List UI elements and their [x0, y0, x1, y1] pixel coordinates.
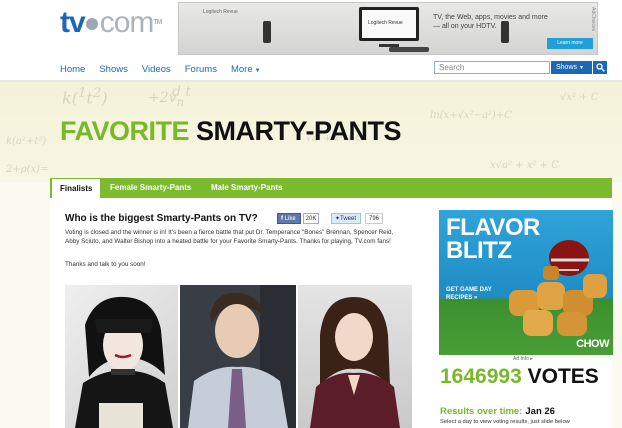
top-banner-ad[interactable]: Logitech Revue Logitech Revue TV, the We… [178, 2, 598, 55]
category-tabs: Finalists Female Smarty-Pants Male Smart… [50, 178, 612, 198]
nav-home[interactable]: Home [60, 64, 85, 77]
site-header: tv comTM Logitech Revue Logitech Revue TV… [0, 0, 622, 82]
abby-photo-art [75, 296, 173, 428]
tab-male-smarty-pants[interactable]: Male Smarty-Pants [211, 178, 283, 198]
title-smarty-pants: SMARTY-PANTS [196, 116, 402, 146]
flavor-blitz-ad[interactable]: FLAVOR BLITZ GET GAME DAY RECIPES » CHOW [439, 210, 613, 355]
tvcom-logo[interactable]: tv comTM [60, 6, 162, 39]
votes-label: VOTES [527, 365, 599, 388]
math-decoration: x√a² + x² + C [490, 160, 559, 171]
facebook-like-count: 20K [303, 213, 319, 224]
facebook-icon: f [281, 216, 283, 222]
tweet-count: 796 [365, 213, 383, 224]
finalist-photo-brennan[interactable] [298, 285, 412, 428]
thanks-text: Thanks and talk to you soon! [65, 261, 146, 268]
tab-female-smarty-pants[interactable]: Female Smarty-Pants [110, 178, 191, 198]
logo-com-text: com [99, 6, 155, 39]
search-scope-select[interactable]: Shows ▼ [551, 61, 592, 74]
page-title: FAVORITE SMARTY-PANTS [60, 116, 402, 146]
math-decoration: √x² + C [560, 92, 599, 103]
logo-dot [85, 18, 98, 31]
logo-tv-text: tv [60, 6, 86, 39]
nav-shows[interactable]: Shows [99, 64, 128, 77]
finalist-photo-reid[interactable] [180, 285, 296, 428]
results-over-time: Results over time: Jan 26 [440, 406, 555, 417]
logo-trademark: TM [153, 19, 162, 26]
poll-description: Voting is closed and the winner is in! I… [65, 229, 394, 245]
search-input[interactable]: Search [434, 61, 550, 74]
ad-screen-brand: Logitech Revue [368, 20, 403, 26]
results-label: Results over time: [440, 406, 523, 417]
title-favorite: FAVORITE [60, 116, 190, 146]
chevron-down-icon: ▼ [578, 65, 584, 71]
facebook-like-button[interactable]: f Like [277, 213, 301, 224]
reid-photo-art [180, 285, 296, 428]
main-nav: Home Shows Videos Forums More ▼ [60, 64, 275, 77]
math-decoration: k(1t2) [62, 86, 108, 108]
search-scope-label: Shows [556, 64, 578, 71]
math-decoration: 2+ρ(x)= [6, 164, 49, 175]
hdtv-image: Logitech Revue [359, 7, 419, 41]
nav-more-label: More [230, 64, 253, 75]
tater-tots-image [509, 240, 607, 336]
tweet-button[interactable]: ✦Tweet [331, 213, 361, 224]
ad-info-link[interactable]: Ad Info ▸ [513, 356, 533, 362]
math-decoration: ln(x+√x²−a²)+C [430, 110, 512, 121]
ad-brand-small: Logitech Revue [203, 9, 238, 15]
vote-count: 1646993 [440, 365, 522, 388]
math-decoration: k(a²+t²) [6, 136, 47, 147]
tweet-label: Tweet [340, 216, 357, 222]
chevron-down-icon: ▼ [254, 68, 261, 74]
keyboard-image [389, 47, 429, 52]
learn-more-button[interactable]: Learn more [547, 38, 593, 49]
ad-tagline[interactable]: GET GAME DAY RECIPES » [446, 286, 506, 302]
search-button[interactable] [593, 61, 607, 74]
nav-videos[interactable]: Videos [142, 64, 171, 77]
nav-forums[interactable]: Forums [185, 64, 217, 77]
ad-choices-label[interactable]: AdChoices [590, 7, 596, 31]
search-icon [596, 63, 605, 72]
tab-finalists[interactable]: Finalists [52, 179, 101, 198]
fb-like-label: Like [284, 216, 296, 222]
math-decoration: d t [172, 84, 192, 100]
finalist-photos [65, 285, 412, 428]
results-hint: Select a day to view voting results, jus… [440, 419, 570, 425]
ad-copy: TV, the Web, apps, movies and more— all … [433, 14, 548, 30]
poll-question: Who is the biggest Smarty-Pants on TV? [65, 213, 258, 224]
chow-logo: CHOW [576, 338, 609, 350]
finalist-photo-abby[interactable] [65, 285, 178, 428]
brennan-photo-art [310, 297, 400, 428]
vote-total: 1646993 VOTES [440, 365, 599, 389]
nav-more[interactable]: More ▼ [231, 64, 261, 77]
results-date: Jan 26 [525, 406, 555, 417]
speaker-left-image [263, 21, 271, 43]
